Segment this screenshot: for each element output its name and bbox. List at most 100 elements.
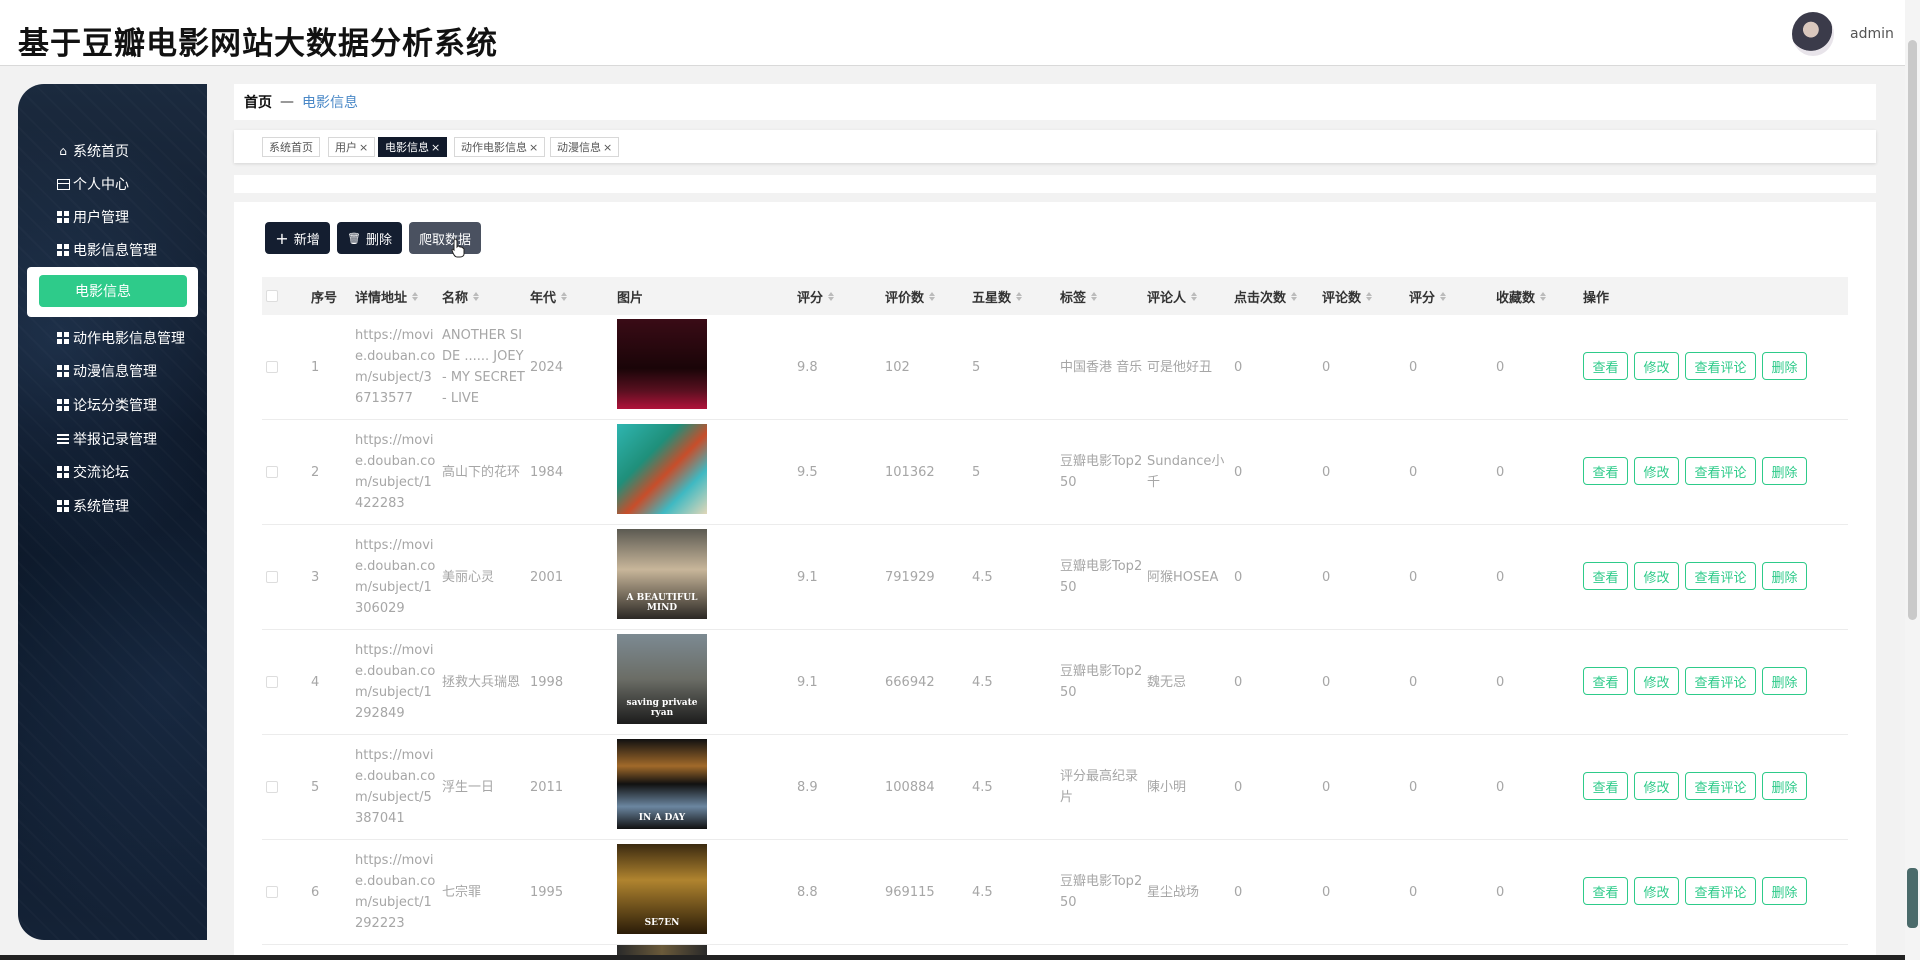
delete-row-button[interactable]: 删除 bbox=[1762, 457, 1807, 485]
crawl-data-button[interactable]: 爬取数据 bbox=[409, 222, 481, 254]
tab-home[interactable]: 系统首页 bbox=[262, 137, 320, 157]
edit-button[interactable]: 修改 bbox=[1634, 352, 1679, 380]
column-header-year[interactable]: 年代 bbox=[530, 277, 568, 315]
column-header-comments[interactable]: 评论数 bbox=[1322, 277, 1373, 315]
column-header-url[interactable]: 详情地址 bbox=[355, 277, 419, 315]
row-checkbox[interactable] bbox=[266, 781, 278, 793]
tab-users[interactable]: 用户 × bbox=[328, 137, 376, 157]
add-button[interactable]: + 新增 bbox=[265, 222, 330, 254]
row-checkbox[interactable] bbox=[266, 466, 278, 478]
select-all-checkbox[interactable] bbox=[266, 290, 278, 302]
sidebar-item-home[interactable]: ⌂ 系统首页 bbox=[56, 140, 129, 162]
view-comments-button[interactable]: 查看评论 bbox=[1685, 667, 1756, 695]
cell-votes: 100884 bbox=[885, 779, 935, 795]
cell-url[interactable]: https://movie.douban.com/subject/3671357… bbox=[355, 315, 439, 419]
delete-row-button[interactable]: 删除 bbox=[1762, 352, 1807, 380]
column-header-tag[interactable]: 标签 bbox=[1060, 277, 1098, 315]
sidebar-item-forum-categories[interactable]: 论坛分类管理 bbox=[56, 394, 157, 416]
view-button[interactable]: 查看 bbox=[1583, 877, 1628, 905]
sort-icon[interactable] bbox=[1366, 291, 1373, 301]
column-header-clicks[interactable]: 点击次数 bbox=[1234, 277, 1298, 315]
view-button[interactable]: 查看 bbox=[1583, 457, 1628, 485]
close-icon[interactable]: × bbox=[529, 141, 538, 154]
sort-icon[interactable] bbox=[929, 291, 936, 301]
cell-url[interactable]: https://movie.douban.com/subject/1292849 bbox=[355, 630, 439, 734]
view-comments-button[interactable]: 查看评论 bbox=[1685, 457, 1756, 485]
close-icon[interactable]: × bbox=[603, 141, 612, 154]
edit-button[interactable]: 修改 bbox=[1634, 772, 1679, 800]
column-header-rating[interactable]: 评分 bbox=[797, 277, 835, 315]
sidebar-item-movie-management[interactable]: 电影信息管理 bbox=[56, 239, 157, 261]
sort-icon[interactable] bbox=[1016, 291, 1023, 301]
row-checkbox[interactable] bbox=[266, 886, 278, 898]
row-checkbox[interactable] bbox=[266, 571, 278, 583]
row-checkbox[interactable] bbox=[266, 361, 278, 373]
sort-icon[interactable] bbox=[1540, 291, 1547, 301]
side-widget[interactable] bbox=[1907, 868, 1918, 928]
close-icon[interactable]: × bbox=[359, 141, 368, 154]
view-button[interactable]: 查看 bbox=[1583, 667, 1628, 695]
table-row: 2 https://movie.douban.com/subject/142228… bbox=[262, 420, 1848, 525]
delete-row-button[interactable]: 删除 bbox=[1762, 562, 1807, 590]
edit-button[interactable]: 修改 bbox=[1634, 667, 1679, 695]
cell-rating: 8.9 bbox=[797, 779, 818, 795]
sort-icon[interactable] bbox=[1440, 291, 1447, 301]
movie-poster[interactable]: IN A DAY bbox=[617, 739, 707, 829]
avatar[interactable] bbox=[1792, 12, 1834, 56]
view-button[interactable]: 查看 bbox=[1583, 352, 1628, 380]
column-header-votes[interactable]: 评价数 bbox=[885, 277, 936, 315]
sort-icon[interactable] bbox=[828, 291, 835, 301]
sort-icon[interactable] bbox=[1191, 291, 1198, 301]
column-header-five-star[interactable]: 五星数 bbox=[972, 277, 1023, 315]
view-button[interactable]: 查看 bbox=[1583, 562, 1628, 590]
vertical-scrollbar[interactable] bbox=[1905, 0, 1920, 960]
tab-movie-info[interactable]: 电影信息 × bbox=[378, 137, 448, 157]
sort-icon[interactable] bbox=[1291, 291, 1298, 301]
sidebar-item-anime[interactable]: 动漫信息管理 bbox=[56, 360, 157, 382]
cell-url[interactable]: https://movie.douban.com/subject/1292223 bbox=[355, 840, 439, 944]
sidebar-item-forum[interactable]: 交流论坛 bbox=[56, 461, 129, 483]
sort-icon[interactable] bbox=[412, 291, 419, 301]
view-comments-button[interactable]: 查看评论 bbox=[1685, 772, 1756, 800]
breadcrumb-home[interactable]: 首页 bbox=[244, 92, 272, 112]
view-comments-button[interactable]: 查看评论 bbox=[1685, 877, 1756, 905]
scrollbar-thumb[interactable] bbox=[1908, 40, 1917, 620]
tab-anime[interactable]: 动漫信息 × bbox=[550, 137, 620, 157]
movie-poster[interactable]: SE7EN bbox=[617, 844, 707, 934]
column-header-favorites[interactable]: 收藏数 bbox=[1496, 277, 1547, 315]
cell-five-star: 5 bbox=[972, 464, 981, 480]
tab-action-movies[interactable]: 动作电影信息 × bbox=[454, 137, 546, 157]
view-comments-button[interactable]: 查看评论 bbox=[1685, 562, 1756, 590]
edit-button[interactable]: 修改 bbox=[1634, 562, 1679, 590]
movie-poster[interactable] bbox=[617, 319, 707, 409]
movie-poster[interactable] bbox=[617, 424, 707, 514]
delete-row-button[interactable]: 删除 bbox=[1762, 877, 1807, 905]
sort-icon[interactable] bbox=[473, 291, 480, 301]
movie-poster[interactable]: A BEAUTIFUL MIND bbox=[617, 529, 707, 619]
sidebar-item-users[interactable]: 用户管理 bbox=[56, 206, 129, 228]
username[interactable]: admin bbox=[1850, 26, 1894, 42]
column-header-reviewer[interactable]: 评论人 bbox=[1147, 277, 1198, 315]
cell-url[interactable]: https://movie.douban.com/subject/1306029 bbox=[355, 525, 439, 629]
sort-icon[interactable] bbox=[1091, 291, 1098, 301]
edit-button[interactable]: 修改 bbox=[1634, 877, 1679, 905]
close-icon[interactable]: × bbox=[431, 141, 440, 154]
sort-icon[interactable] bbox=[561, 291, 568, 301]
edit-button[interactable]: 修改 bbox=[1634, 457, 1679, 485]
sidebar-item-action-movies[interactable]: 动作电影信息管理 bbox=[56, 327, 185, 349]
sidebar-item-reports[interactable]: 举报记录管理 bbox=[56, 428, 157, 450]
sidebar-subitem-movie-info[interactable]: 电影信息 bbox=[39, 275, 187, 307]
column-header-name[interactable]: 名称 bbox=[442, 277, 480, 315]
view-comments-button[interactable]: 查看评论 bbox=[1685, 352, 1756, 380]
column-header-score[interactable]: 评分 bbox=[1409, 277, 1447, 315]
delete-button[interactable]: 🗑 删除 bbox=[337, 222, 402, 254]
delete-row-button[interactable]: 删除 bbox=[1762, 772, 1807, 800]
cell-url[interactable]: https://movie.douban.com/subject/5387041 bbox=[355, 735, 439, 839]
sidebar-item-system[interactable]: 系统管理 bbox=[56, 495, 129, 517]
delete-row-button[interactable]: 删除 bbox=[1762, 667, 1807, 695]
row-checkbox[interactable] bbox=[266, 676, 278, 688]
cell-url[interactable]: https://movie.douban.com/subject/1422283 bbox=[355, 420, 439, 524]
movie-poster[interactable]: saving private ryan bbox=[617, 634, 707, 724]
sidebar-item-profile[interactable]: 个人中心 bbox=[56, 173, 129, 195]
view-button[interactable]: 查看 bbox=[1583, 772, 1628, 800]
